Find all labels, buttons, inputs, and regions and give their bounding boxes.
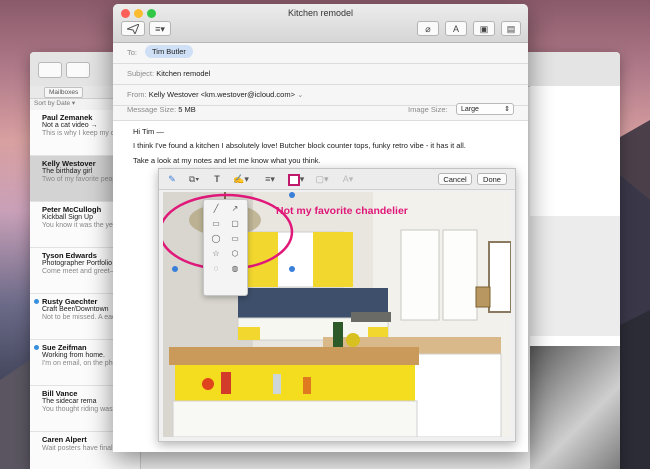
selection-handle-icon[interactable] [172,266,178,272]
kitchen-photo[interactable]: Not my favorite chandelier ╱ ↗ ▭ ▢ ◯ ▭ ☆… [163,192,511,437]
border-color-swatch [287,173,300,186]
rectangle-shape-icon[interactable]: ▭ [209,217,223,230]
updown-chevron-icon: ⇕ [504,106,510,113]
to-label: To: [127,48,138,57]
subject-value[interactable]: Kitchen remodel [156,69,210,78]
selection-handle-icon[interactable] [289,192,295,198]
shapes-tool-icon[interactable]: ⧉▾ [185,173,203,185]
from-label-text: From: [127,90,147,99]
unread-dot-icon [34,345,39,350]
compose-button[interactable] [66,62,90,78]
to-field[interactable]: To: Tim Butler [113,42,528,64]
get-mail-button[interactable] [38,62,62,78]
format-button[interactable]: A [445,21,467,36]
signature-tool-icon[interactable]: ✍▾ [231,173,251,185]
stationery-icon: ▤ [506,24,516,34]
image-size-label: Image Size: [408,105,448,114]
subject-label-text: Subject: [127,69,155,78]
attachment-preview [530,216,620,336]
done-button[interactable]: Done [477,173,507,185]
recipient-token[interactable]: Tim Butler [145,45,193,58]
message-size-label: Message Size: [127,105,177,114]
photo-browser-button[interactable]: ▣ [473,21,495,36]
oval-shape-icon[interactable]: ◯ [209,232,223,245]
unread-dot-icon [34,299,39,304]
image-size-select[interactable]: Large ⇕ [456,103,514,115]
speech-bubble-icon[interactable]: ▭ [228,232,242,245]
shapes-palette: ╱ ↗ ▭ ▢ ◯ ▭ ☆ ⬡ ◌ ◍ [203,199,248,296]
from-label: From: Kelly Westover <km.westover@icloud… [127,90,303,99]
subject-label: Subject: Kitchen remodel [127,69,210,78]
list-menu-icon: ≡▾ [155,24,165,34]
sketch-tool-icon[interactable]: ✎ [165,173,179,185]
annotation-text[interactable]: Not my favorite chandelier [276,205,408,217]
fill-color-icon[interactable]: ▢▾ [312,173,332,185]
body-line: I think I've found a kitchen I absolutel… [133,141,466,150]
size-bar: Message Size: 5 MB Image Size: Large ⇕ [113,99,528,121]
from-value[interactable]: Kelly Westover <km.westover@icloud.com> [149,90,295,99]
polygon-shape-icon[interactable]: ⬡ [228,247,242,260]
message-viewer-pane [530,86,620,469]
arrow-shape-icon[interactable]: ↗ [228,202,242,215]
photo-preview [530,346,620,469]
chevron-down-icon[interactable]: ⌄ [297,90,303,99]
image-size-value: Large [461,106,479,113]
paperclip-icon: ⌀ [425,24,431,34]
markup-editor: ✎ ⧉▾ T ✍▾ ≡▾ ▾ ▢▾ A▾ Cancel Done Not my … [158,168,516,442]
send-button[interactable] [121,21,145,36]
border-color-icon[interactable]: ▾ [286,173,306,186]
body-line: Hi Tim — [133,127,164,136]
paper-plane-icon [125,23,140,36]
mailboxes-button[interactable]: Mailboxes [44,87,84,98]
photo-icon: ▣ [479,24,489,34]
selection-handle-icon[interactable] [289,266,295,272]
rounded-rect-shape-icon[interactable]: ▢ [228,217,242,230]
cancel-button[interactable]: Cancel [438,173,472,185]
body-line: Take a look at my notes and let me know … [133,156,321,165]
subject-field[interactable]: Subject: Kitchen remodel [113,63,528,85]
compose-window: Kitchen remodel ≡▾ ⌀ A ▣ ▤ To: Tim Butle… [113,4,528,452]
star-shape-icon[interactable]: ☆ [209,247,223,260]
attach-button[interactable]: ⌀ [417,21,439,36]
text-style-icon[interactable]: A▾ [339,173,357,185]
stationery-button[interactable]: ▤ [501,21,521,36]
message-size: Message Size: 5 MB [127,105,196,114]
text-tool-icon[interactable]: T [211,173,223,185]
window-title: Kitchen remodel [287,8,354,18]
line-shape-icon[interactable]: ╱ [209,202,223,215]
title-bar: Kitchen remodel ≡▾ ⌀ A ▣ ▤ [113,4,528,43]
format-text-icon: A [452,24,459,34]
magnifier-shape-icon[interactable]: ◌ [209,262,223,275]
message-size-value: 5 MB [178,105,196,114]
line-style-icon[interactable]: ≡▾ [261,173,279,185]
loupe-shape-icon[interactable]: ◍ [228,262,242,275]
header-fields-menu[interactable]: ≡▾ [149,21,171,36]
markup-toolbar: ✎ ⧉▾ T ✍▾ ≡▾ ▾ ▢▾ A▾ Cancel Done [159,169,515,190]
